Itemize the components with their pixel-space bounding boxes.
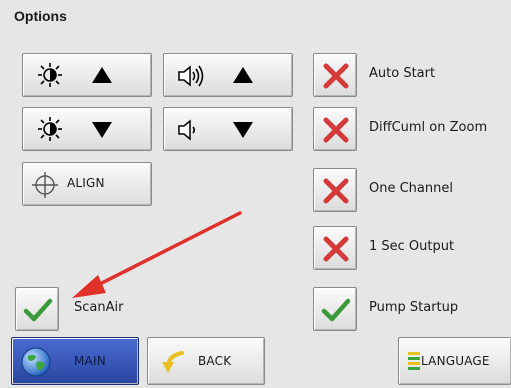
triangle-up-icon: [92, 67, 112, 83]
brightness-down-button[interactable]: [22, 107, 152, 151]
brightness-icon: [38, 63, 62, 87]
one-sec-output-toggle[interactable]: [313, 226, 357, 270]
pump-startup-toggle[interactable]: [313, 287, 357, 331]
language-label: LANGUAGE: [421, 354, 490, 368]
one-sec-output-label: 1 Sec Output: [369, 239, 455, 254]
speaker-loud-icon: [178, 65, 204, 87]
language-list-icon: [408, 352, 420, 370]
back-label: BACK: [198, 354, 232, 368]
back-arrow-icon: [162, 351, 184, 373]
annotation-arrow: [72, 211, 242, 298]
page-title: Options: [14, 8, 67, 24]
check-mark-icon: [23, 298, 53, 322]
language-button[interactable]: LANGUAGE: [398, 337, 511, 385]
auto-start-toggle[interactable]: [313, 53, 357, 97]
auto-start-label: Auto Start: [369, 66, 436, 81]
speaker-quiet-icon: [178, 119, 196, 141]
globe-icon: [21, 347, 51, 377]
main-button[interactable]: MAIN: [11, 337, 139, 385]
volume-down-button[interactable]: [163, 107, 293, 151]
triangle-down-icon: [233, 122, 253, 138]
back-button[interactable]: BACK: [147, 337, 265, 385]
check-mark-icon: [321, 298, 351, 322]
diffcuml-on-zoom-label: DiffCuml on Zoom: [369, 120, 488, 135]
crosshair-icon: [32, 172, 58, 198]
x-mark-icon: [323, 178, 349, 204]
pump-startup-label: Pump Startup: [369, 300, 459, 315]
triangle-up-icon: [233, 67, 253, 83]
align-label: ALIGN: [67, 176, 105, 190]
diffcuml-on-zoom-toggle[interactable]: [313, 107, 357, 151]
x-mark-icon: [323, 236, 349, 262]
one-channel-toggle[interactable]: [313, 168, 357, 212]
triangle-down-icon: [92, 122, 112, 138]
one-channel-label: One Channel: [369, 181, 453, 196]
x-mark-icon: [323, 117, 349, 143]
volume-up-button[interactable]: [163, 53, 293, 97]
scanair-toggle[interactable]: [15, 287, 59, 331]
align-button[interactable]: ALIGN: [22, 162, 152, 206]
x-mark-icon: [323, 63, 349, 89]
brightness-icon: [38, 117, 62, 141]
main-label: MAIN: [74, 354, 106, 368]
brightness-up-button[interactable]: [22, 53, 152, 97]
